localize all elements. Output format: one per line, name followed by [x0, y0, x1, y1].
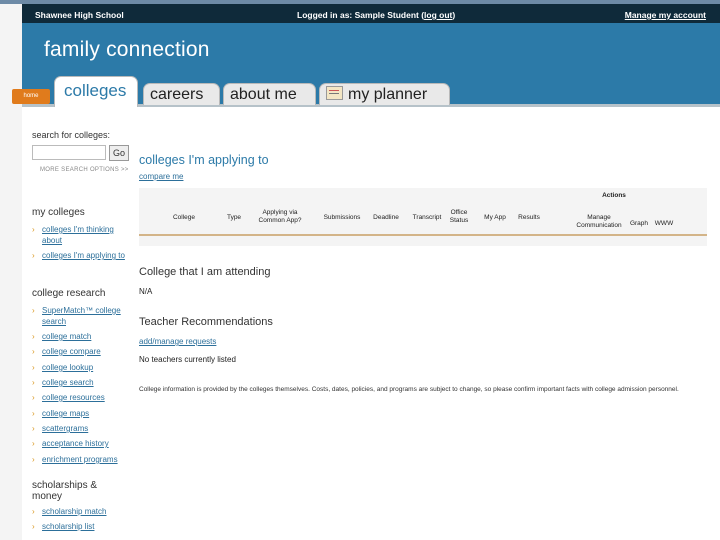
search-label: search for colleges:	[32, 130, 111, 140]
sidebar-item-college-compare[interactable]: › college compare	[32, 346, 132, 357]
chevron-right-icon: ›	[32, 455, 35, 464]
sidebar-item-college-search[interactable]: › college search	[32, 377, 132, 388]
col-common-app[interactable]: Applying via Common App?	[251, 209, 309, 225]
left-gutter	[0, 4, 22, 540]
chevron-right-icon: ›	[32, 439, 35, 448]
more-search-options-link[interactable]: MORE SEARCH OPTIONS >>	[40, 167, 129, 173]
col-my-app[interactable]: My App	[479, 214, 511, 222]
scholarships-heading: scholarships & money	[32, 480, 98, 502]
sidebar-item-acceptance-history[interactable]: › acceptance history	[32, 438, 132, 449]
home-tab[interactable]: home	[12, 89, 50, 104]
my-colleges-heading: my colleges	[32, 207, 85, 218]
planner-icon	[326, 86, 343, 100]
actions-header: Actions	[602, 192, 626, 199]
sidebar-item-scattergrams[interactable]: › scattergrams	[32, 423, 132, 434]
attending-heading: College that I am attending	[139, 266, 271, 278]
table-header-divider	[139, 234, 707, 236]
chevron-right-icon: ›	[32, 225, 35, 234]
chevron-right-icon: ›	[32, 507, 35, 516]
sidebar-item-college-resources[interactable]: › college resources	[32, 392, 132, 403]
applications-table: Actions College Type Applying via Common…	[139, 188, 707, 246]
sidebar-item-scholarship-match[interactable]: › scholarship match	[32, 506, 132, 517]
chevron-right-icon: ›	[32, 378, 35, 387]
sidebar-item-scholarship-list[interactable]: › scholarship list	[32, 521, 132, 532]
chevron-right-icon: ›	[32, 251, 35, 260]
attending-value: N/A	[139, 287, 153, 296]
applying-heading: colleges I'm applying to	[139, 153, 269, 167]
sidebar-item-thinking-about[interactable]: › colleges I'm thinking about	[32, 224, 132, 246]
tab-colleges[interactable]: colleges	[54, 76, 138, 107]
no-teachers-message: No teachers currently listed	[139, 355, 236, 364]
sidebar-item-college-maps[interactable]: › college maps	[32, 408, 132, 419]
chevron-right-icon: ›	[32, 347, 35, 356]
chevron-right-icon: ›	[32, 306, 35, 315]
logout-link[interactable]: log out	[424, 10, 452, 20]
sidebar-item-college-match[interactable]: › college match	[32, 331, 132, 342]
add-manage-requests-link[interactable]: add/manage requests	[139, 337, 216, 346]
sidebar-item-applying-to[interactable]: › colleges I'm applying to	[32, 250, 132, 261]
chevron-right-icon: ›	[32, 393, 35, 402]
go-button[interactable]: Go	[109, 145, 129, 161]
school-name: Shawnee High School	[35, 10, 124, 20]
teacher-recommendations-heading: Teacher Recommendations	[139, 316, 273, 328]
manage-account-link[interactable]: Manage my account	[625, 10, 706, 20]
col-office-status[interactable]: Office Status	[444, 209, 474, 225]
tab-careers[interactable]: careers	[143, 83, 220, 105]
col-submissions[interactable]: Submissions	[316, 214, 368, 222]
college-research-heading: college research	[32, 288, 106, 299]
chevron-right-icon: ›	[32, 363, 35, 372]
chevron-right-icon: ›	[32, 424, 35, 433]
compare-me-link[interactable]: compare me	[139, 172, 183, 181]
col-manage-communication[interactable]: Manage Communication	[569, 214, 629, 230]
tab-about-me[interactable]: about me	[223, 83, 316, 105]
sidebar-item-enrichment-programs[interactable]: › enrichment programs	[32, 454, 132, 465]
disclaimer-text: College information is provided by the c…	[139, 386, 679, 393]
col-graph[interactable]: Graph	[627, 220, 651, 228]
tab-my-planner[interactable]: my planner	[319, 83, 450, 105]
col-type[interactable]: Type	[223, 214, 245, 222]
col-college[interactable]: College	[167, 214, 201, 222]
brand-title: family connection	[44, 38, 210, 61]
login-status: Logged in as: Sample Student (log out)	[297, 10, 456, 20]
col-deadline[interactable]: Deadline	[368, 214, 404, 222]
top-bar: Shawnee High School Logged in as: Sample…	[22, 4, 720, 23]
col-www[interactable]: WWW	[651, 220, 677, 228]
chevron-right-icon: ›	[32, 332, 35, 341]
col-transcript[interactable]: Transcript	[407, 214, 447, 222]
college-search-input[interactable]	[32, 145, 106, 160]
sidebar-item-college-lookup[interactable]: › college lookup	[32, 362, 132, 373]
sidebar-item-supermatch[interactable]: › SuperMatch™ college search	[32, 305, 132, 327]
chevron-right-icon: ›	[32, 522, 35, 531]
col-results[interactable]: Results	[513, 214, 545, 222]
chevron-right-icon: ›	[32, 409, 35, 418]
